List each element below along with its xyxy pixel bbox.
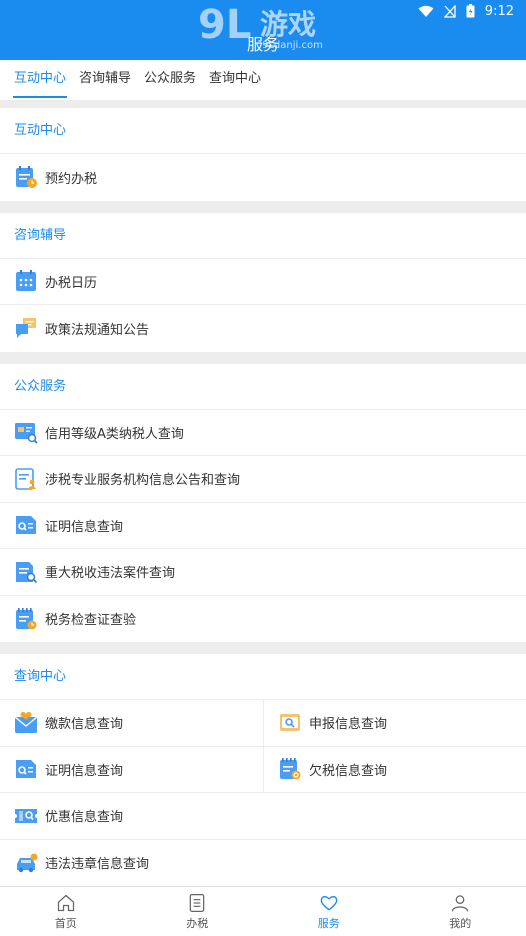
item-major-case-query[interactable]: 重大税收违法案件查询 (0, 549, 526, 596)
status-bar: 9:12 (418, 0, 514, 22)
item-label: 申报信息查询 (309, 717, 388, 733)
section-consult: 咨询辅导 办税日历 政策法规通知公告 (0, 212, 526, 352)
nav-label: 服务 (317, 916, 340, 930)
section-title: 互动中心 (0, 108, 526, 154)
screen-search-icon (280, 713, 300, 731)
item-label: 证明信息查询 (45, 519, 124, 535)
ticket-search-icon (15, 808, 37, 823)
id-card-search-icon (16, 760, 36, 779)
item-certificate-query-2[interactable]: 证明信息查询 (0, 747, 263, 793)
item-violation-query[interactable]: 违法违章信息查询 (0, 840, 526, 887)
section-title: 查询中心 (0, 654, 526, 700)
wifi-icon (418, 5, 434, 17)
heart-icon (320, 895, 338, 910)
tab-query-center[interactable]: 查询中心 (203, 60, 267, 100)
nav-service[interactable]: 服务 (263, 887, 395, 936)
nav-home[interactable]: 首页 (0, 887, 132, 936)
tab-consult-guidance[interactable]: 咨询辅导 (73, 60, 137, 100)
section-public: 公众服务 信用等级A类纳税人查询 涉税专业服务机构信息公告和查询 证明信息查询 … (0, 363, 526, 643)
id-card-search-icon (16, 516, 36, 535)
home-icon (57, 894, 74, 911)
tab-interactive-center[interactable]: 互动中心 (8, 60, 72, 100)
item-label: 优惠信息查询 (45, 810, 124, 826)
main-content: 互动中心 预约办税 咨询辅导 办税日历 政策法规通知公告 公众服务 信用等级A类… (0, 108, 526, 898)
item-declaration-query[interactable]: 申报信息查询 (263, 700, 526, 747)
nav-label: 我的 (449, 916, 472, 930)
status-time: 9:12 (484, 3, 514, 19)
section-title: 咨询辅导 (0, 213, 526, 259)
item-agency-info-query[interactable]: 涉税专业服务机构信息公告和查询 (0, 456, 526, 503)
notepad-coin-icon (280, 758, 301, 780)
section-title: 公众服务 (0, 364, 526, 410)
item-label: 税务检查证查验 (45, 613, 137, 629)
item-label: 违法违章信息查询 (45, 857, 150, 873)
list-icon (189, 893, 205, 912)
item-tax-arrears-query[interactable]: 欠税信息查询 (263, 746, 526, 793)
item-label: 预约办税 (45, 171, 98, 187)
app-header: 9L 游戏 9Ldanji.com 9:12 服务 (0, 0, 526, 60)
envelope-heart-icon (14, 711, 38, 733)
item-payment-query[interactable]: 缴款信息查询 (0, 700, 263, 747)
nav-label: 办税 (186, 916, 209, 930)
item-label: 欠税信息查询 (309, 763, 388, 779)
nav-label: 首页 (54, 916, 77, 930)
item-label: 涉税专业服务机构信息公告和查询 (45, 473, 241, 489)
chat-bubbles-icon (16, 318, 36, 339)
calendar-icon (16, 270, 36, 292)
item-credit-a-query[interactable]: 信用等级A类纳税人查询 (0, 410, 526, 456)
tab-public-service[interactable]: 公众服务 (138, 60, 202, 100)
car-icon (17, 853, 38, 872)
item-appointment-tax[interactable]: 预约办税 (0, 154, 526, 201)
tab-bar: 互动中心 咨询辅导 公众服务 查询中心 (0, 60, 526, 100)
nav-mine[interactable]: 我的 (395, 887, 526, 936)
document-search-icon (16, 561, 38, 583)
credit-search-icon (15, 423, 38, 444)
notepad-clock-icon (16, 607, 37, 630)
item-certificate-query[interactable]: 证明信息查询 (0, 503, 526, 549)
item-label: 重大税收违法案件查询 (45, 566, 176, 582)
item-discount-query[interactable]: 优惠信息查询 (0, 793, 526, 840)
item-label: 信用等级A类纳税人查询 (45, 426, 184, 442)
item-tax-calendar[interactable]: 办税日历 (0, 259, 526, 305)
calendar-clock-icon (16, 166, 37, 189)
page-title: 服务 (246, 35, 279, 54)
document-person-icon (15, 467, 36, 490)
user-icon (452, 894, 469, 912)
item-inspection-cert-verify[interactable]: 税务检查证查验 (0, 596, 526, 643)
item-label: 政策法规通知公告 (45, 322, 150, 338)
section-query: 查询中心 缴款信息查询 申报信息查询 证明信息查询 欠税信息查询 优惠信息查询 … (0, 654, 526, 886)
query-grid: 缴款信息查询 申报信息查询 证明信息查询 欠税信息查询 优惠信息查询 违法违章信… (0, 700, 526, 886)
signal-icon (443, 4, 456, 18)
item-policy-notice[interactable]: 政策法规通知公告 (0, 305, 526, 352)
item-label: 缴款信息查询 (45, 717, 124, 733)
item-label: 办税日历 (45, 275, 98, 291)
item-label: 证明信息查询 (45, 763, 124, 779)
bottom-nav: 首页 办税 服务 我的 (0, 886, 526, 936)
section-interactive: 互动中心 预约办税 (0, 108, 526, 201)
nav-tax[interactable]: 办税 (132, 887, 264, 936)
battery-icon (466, 4, 475, 18)
